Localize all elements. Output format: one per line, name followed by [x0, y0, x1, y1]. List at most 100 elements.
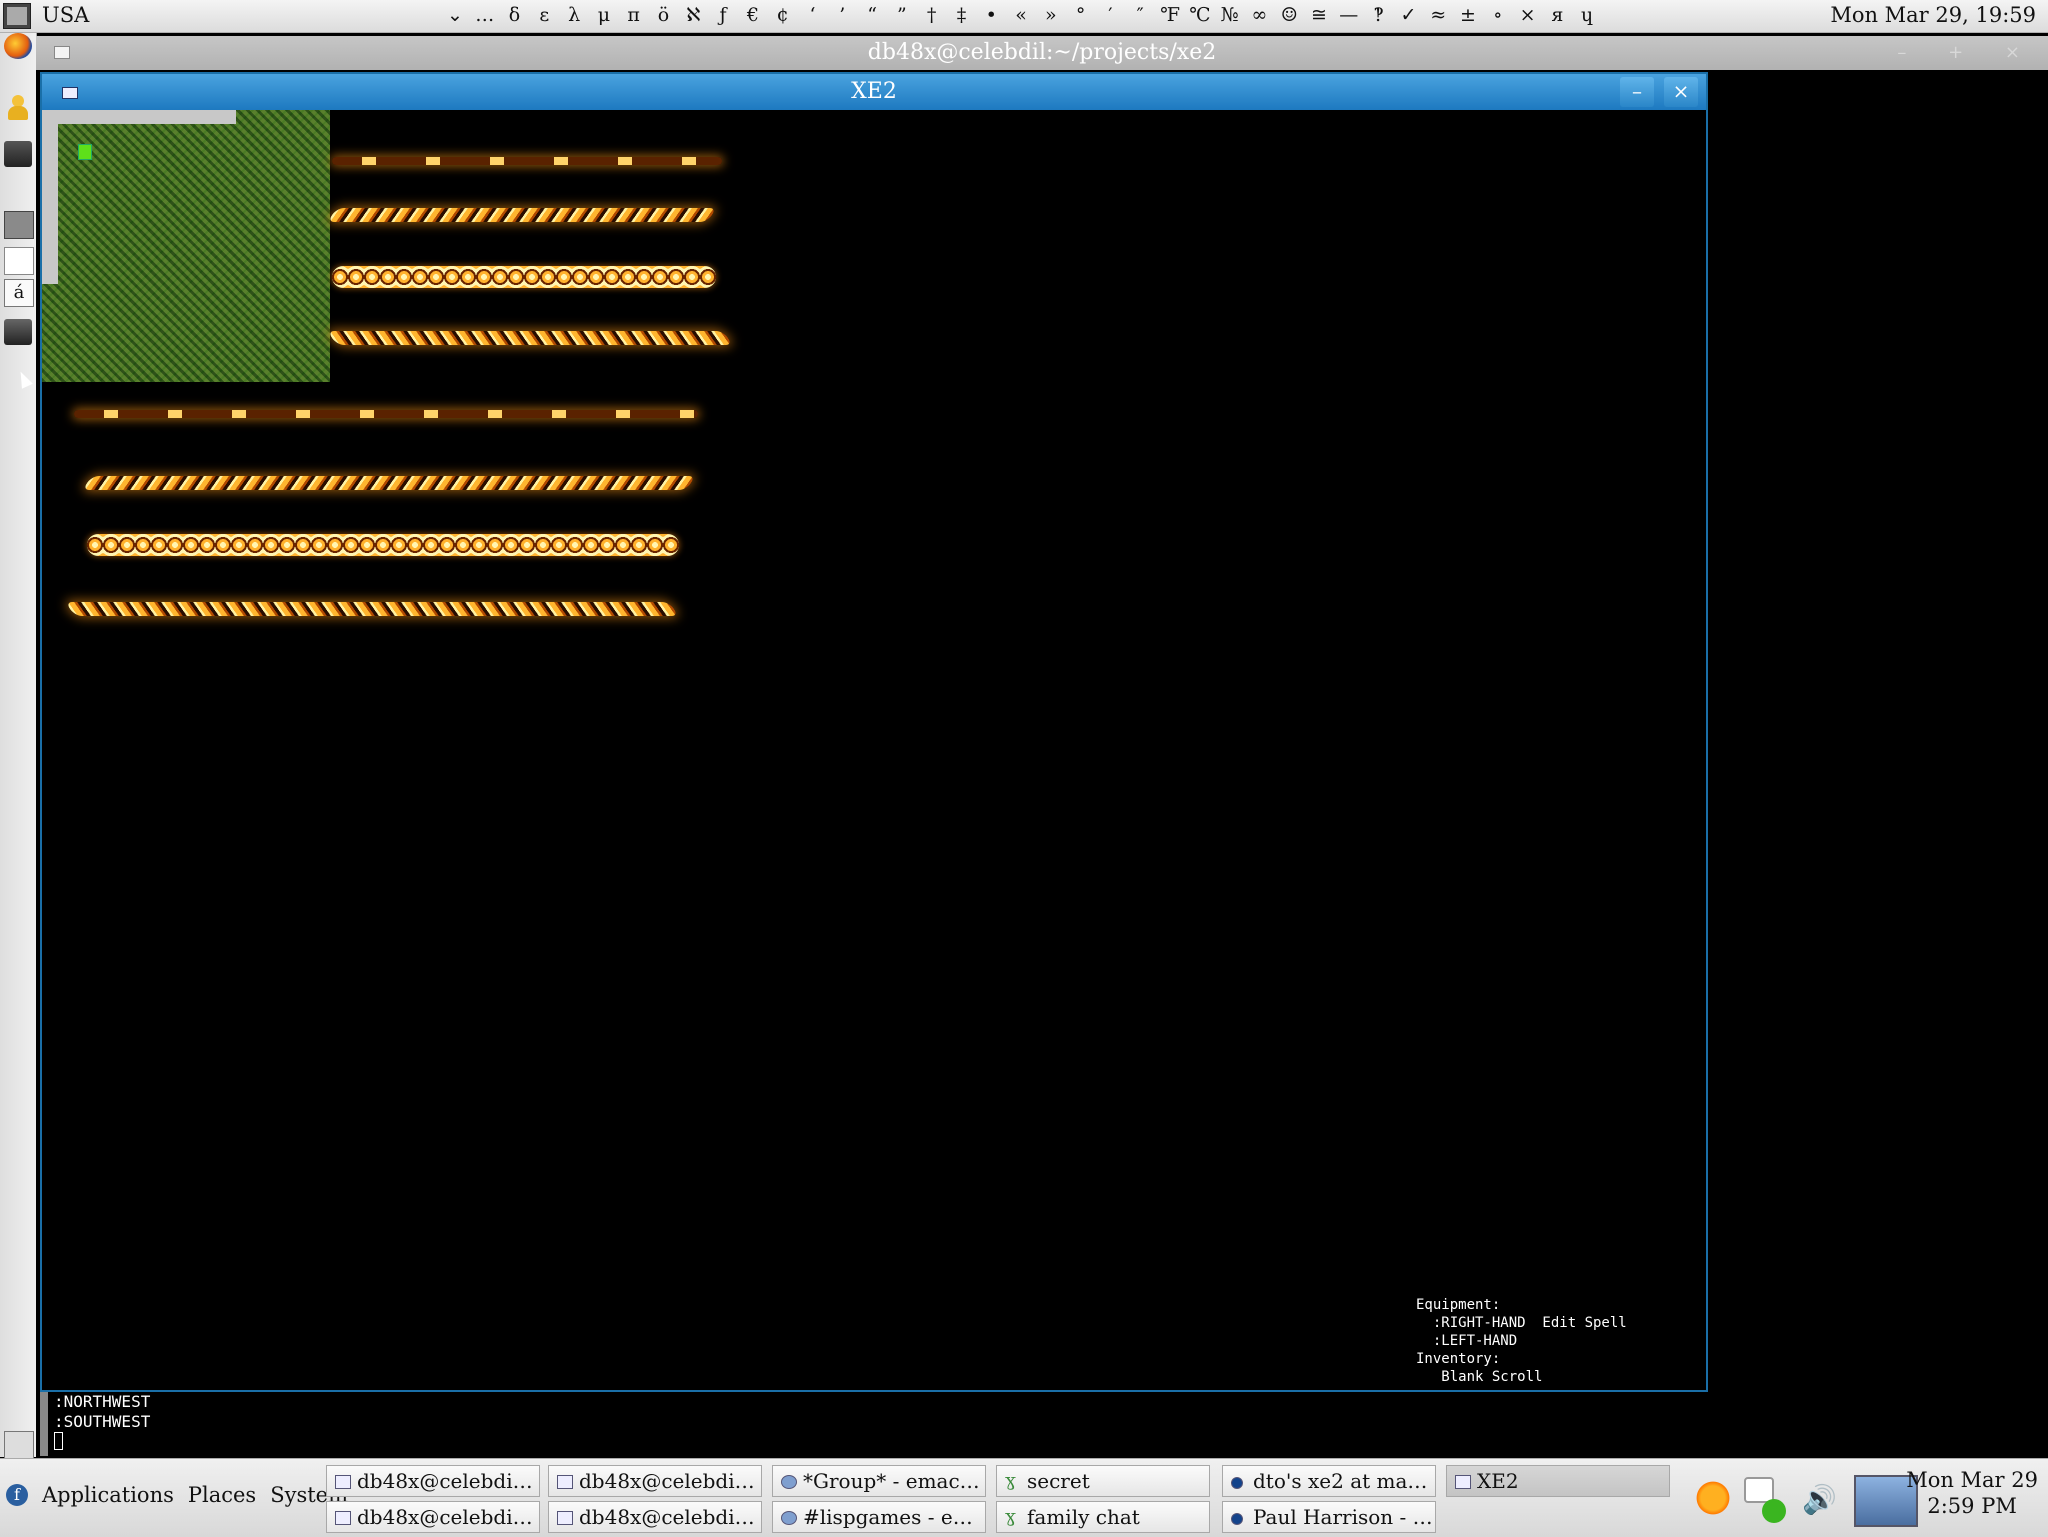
- bottom-clock[interactable]: Mon Mar 29 2:59 PM: [1906, 1467, 2038, 1519]
- palette-char[interactable]: ℵ: [678, 4, 708, 26]
- palette-char[interactable]: ☺: [1274, 4, 1304, 26]
- update-notifier-icon[interactable]: [1694, 1479, 1732, 1517]
- terminal-icon[interactable]: [4, 141, 32, 167]
- equipment-label: Equipment:: [1416, 1297, 1501, 1313]
- menu-applications[interactable]: Applications: [42, 1483, 174, 1507]
- palette-char[interactable]: ‘: [798, 4, 828, 26]
- task-button[interactable]: db48x@celebdil:~...: [326, 1465, 540, 1497]
- palette-char[interactable]: «: [1006, 4, 1036, 26]
- output-line: :SOUTHWEST: [54, 1412, 151, 1431]
- chat-icon: ɣ: [1005, 1506, 1016, 1527]
- keyboard-icon[interactable]: [3, 3, 31, 29]
- task-button[interactable]: db48x@celebdil:~...: [548, 1465, 762, 1497]
- minimize-button[interactable]: –: [1620, 77, 1654, 107]
- online-status-icon[interactable]: [1762, 1499, 1786, 1523]
- overworld-map[interactable]: [42, 110, 330, 382]
- terminal-window-controls[interactable]: – + ×: [1897, 36, 2038, 70]
- palette-char[interactable]: •: [976, 4, 1006, 26]
- calculator-icon[interactable]: [4, 211, 34, 239]
- player-sprite: [78, 144, 92, 160]
- palette-char[interactable]: ≈: [1423, 4, 1453, 26]
- task-button[interactable]: db48x@celebdil:~: [326, 1501, 540, 1533]
- task-button-active[interactable]: XE2: [1446, 1465, 1670, 1497]
- task-button[interactable]: db48x@celebdil:~: [548, 1501, 762, 1533]
- task-button[interactable]: ɣ secret: [996, 1465, 1210, 1497]
- task-button[interactable]: Paul Harrison - M...: [1222, 1501, 1436, 1533]
- xe2-title: XE2: [851, 79, 897, 104]
- browser-icon: [1231, 1477, 1243, 1489]
- palette-char[interactable]: μ: [589, 4, 619, 26]
- task-label: family chat: [1027, 1505, 1140, 1529]
- firefox-icon[interactable]: [4, 33, 32, 59]
- palette-char[interactable]: ¢: [768, 4, 798, 26]
- fire-sprite-row: [65, 602, 679, 616]
- volume-icon[interactable]: 🔊: [1802, 1483, 1837, 1516]
- palette-char[interactable]: ∘: [1483, 4, 1513, 26]
- menu-places[interactable]: Places: [188, 1483, 256, 1507]
- palette-char[interactable]: —: [1334, 4, 1364, 26]
- terminal-titlebar[interactable]: db48x@celebdil:~/projects/xe2 – + ×: [36, 36, 2048, 70]
- fire-sprite-row: [327, 208, 717, 222]
- palette-char[interactable]: №: [1215, 4, 1245, 26]
- palette-char[interactable]: δ: [500, 4, 530, 26]
- terminal-title: db48x@celebdil:~/projects/xe2: [867, 40, 1217, 65]
- window-menu-icon[interactable]: [54, 46, 70, 59]
- terminal-scrollbar[interactable]: [40, 1392, 48, 1456]
- palette-char[interactable]: ”: [887, 4, 917, 26]
- palette-char[interactable]: λ: [559, 4, 589, 26]
- launcher-panel: á: [0, 33, 37, 1459]
- xe2-titlebar[interactable]: XE2 – ×: [42, 74, 1706, 110]
- task-button[interactable]: dto's xe2 at maste...: [1222, 1465, 1436, 1497]
- palette-char[interactable]: ⌄: [440, 4, 470, 26]
- pidgin-icon[interactable]: [4, 95, 32, 121]
- palette-char[interactable]: ’: [827, 4, 857, 26]
- palette-char[interactable]: ✓: [1394, 4, 1424, 26]
- task-button[interactable]: *Group* - emacs...: [772, 1465, 986, 1497]
- keyboard-layout[interactable]: USA: [42, 3, 89, 27]
- top-clock[interactable]: Mon Mar 29, 19:59: [1830, 3, 2036, 27]
- map-frame-left: [42, 110, 58, 284]
- palette-char[interactable]: π: [619, 4, 649, 26]
- palette-char[interactable]: “: [857, 4, 887, 26]
- palette-char[interactable]: ‽: [1364, 4, 1394, 26]
- palette-char[interactable]: ×: [1513, 4, 1543, 26]
- fire-sprite-row: [332, 157, 722, 165]
- output-line: :NORTHWEST: [54, 1392, 151, 1411]
- terminal-icon: [557, 1475, 573, 1489]
- palette-char[interactable]: ℉: [1155, 4, 1185, 26]
- terminal-output[interactable]: :NORTHWEST :SOUTHWEST: [54, 1392, 150, 1455]
- palette-char[interactable]: ε: [529, 4, 559, 26]
- close-button[interactable]: ×: [1664, 77, 1698, 107]
- character-map-icon[interactable]: á: [4, 279, 34, 307]
- task-label: dto's xe2 at maste...: [1253, 1469, 1435, 1493]
- palette-char[interactable]: ℃: [1185, 4, 1215, 26]
- palette-char[interactable]: ″: [1125, 4, 1155, 26]
- emacs-icon: [781, 1475, 797, 1489]
- fire-sprite-row: [82, 476, 696, 490]
- terminal-2-icon[interactable]: [4, 319, 32, 345]
- show-desktop-icon[interactable]: [4, 1431, 34, 1459]
- system-tray: 🔊: [1692, 1469, 1922, 1529]
- inventory-label: Inventory:: [1416, 1351, 1501, 1367]
- palette-char[interactable]: ɥ: [1572, 4, 1602, 26]
- window-menu-icon[interactable]: [62, 87, 78, 99]
- terminal-icon: [335, 1511, 351, 1525]
- palette-char[interactable]: …: [470, 4, 500, 26]
- palette-char[interactable]: °: [1066, 4, 1096, 26]
- task-label: #lispgames - ema...: [803, 1505, 986, 1529]
- palette-char[interactable]: я: [1542, 4, 1572, 26]
- palette-char[interactable]: ′: [1096, 4, 1126, 26]
- palette-char[interactable]: ƒ: [708, 4, 738, 26]
- palette-char[interactable]: ≅: [1304, 4, 1334, 26]
- palette-char[interactable]: »: [1036, 4, 1066, 26]
- chat-icon: ɣ: [1005, 1470, 1016, 1491]
- palette-char[interactable]: †: [917, 4, 947, 26]
- task-button[interactable]: ɣ family chat: [996, 1501, 1210, 1533]
- palette-char[interactable]: ∞: [1245, 4, 1275, 26]
- palette-char[interactable]: ‡: [947, 4, 977, 26]
- task-button[interactable]: #lispgames - ema...: [772, 1501, 986, 1533]
- text-editor-icon[interactable]: [4, 247, 34, 275]
- palette-char[interactable]: ±: [1453, 4, 1483, 26]
- palette-char[interactable]: ö: [649, 4, 679, 26]
- palette-char[interactable]: €: [738, 4, 768, 26]
